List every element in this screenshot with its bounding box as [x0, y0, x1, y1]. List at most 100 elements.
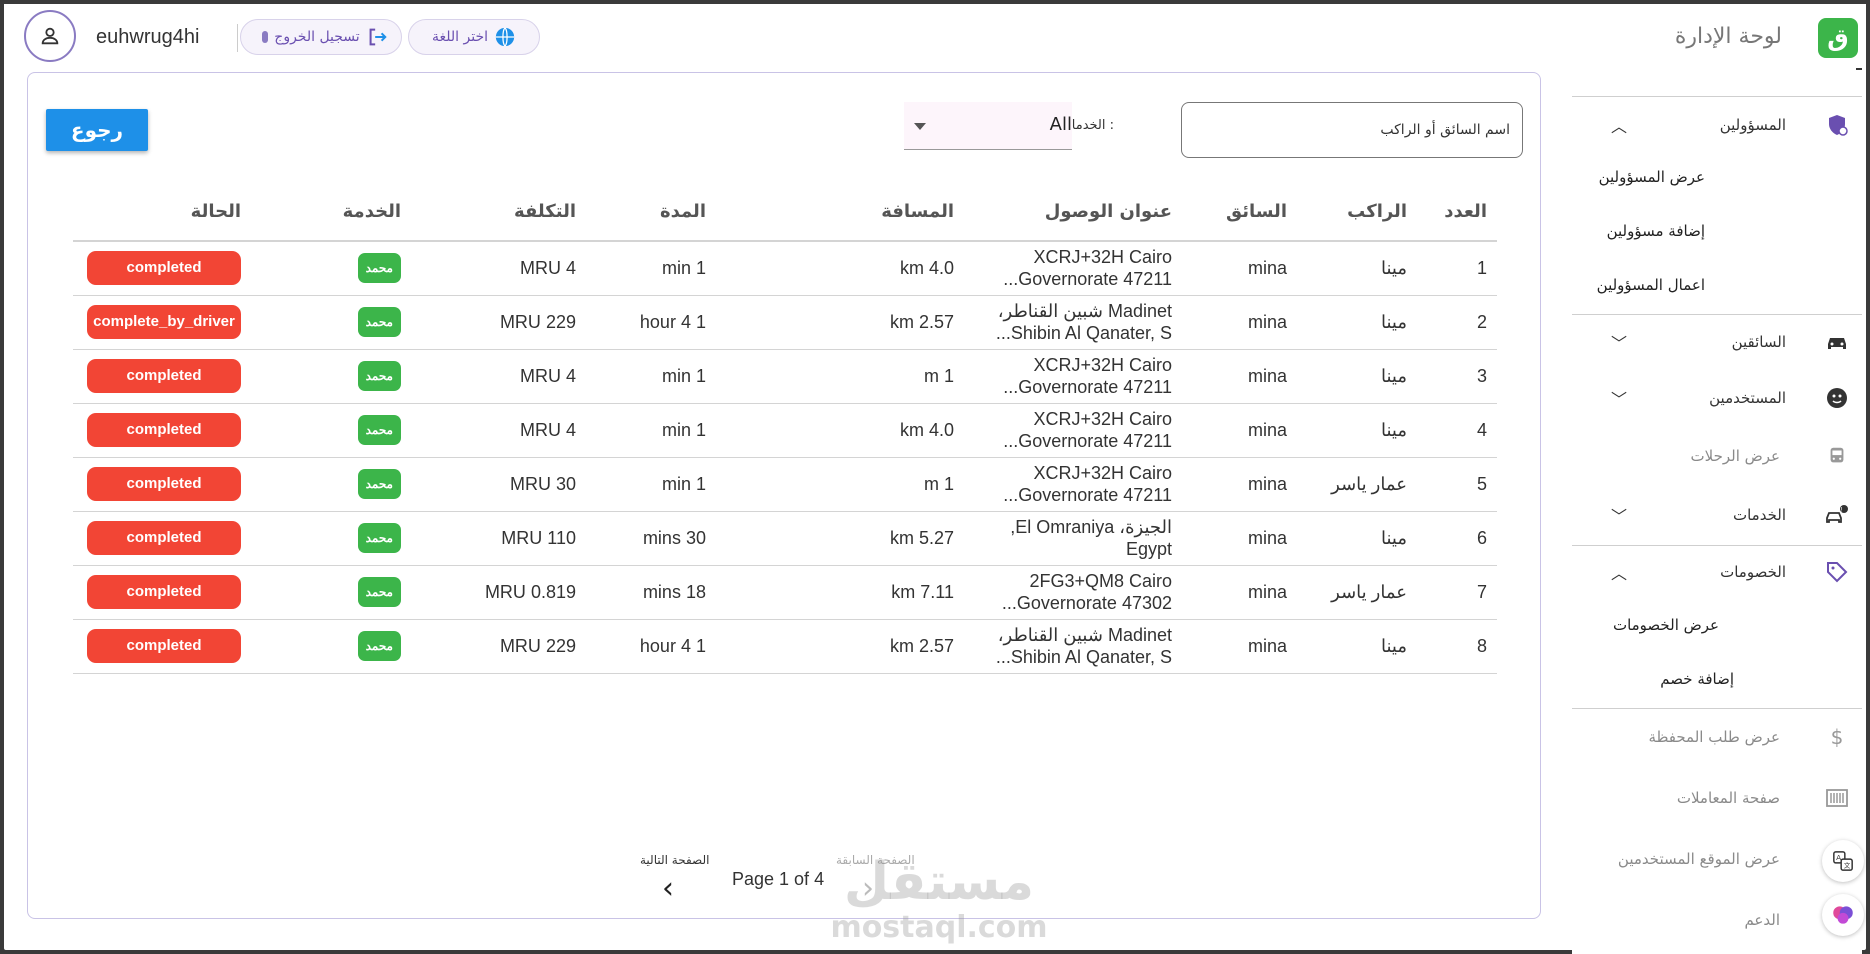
rider-name: مينا [1297, 241, 1417, 296]
chevron-left-icon[interactable]: ‹ [662, 871, 674, 906]
trips-panel: رجوع الخدمات : All اسم السائق أو الراكب … [27, 72, 1541, 919]
service-filter-select[interactable]: All [904, 102, 1072, 150]
distance: 4.0 km [716, 241, 964, 296]
status-cell: complete_by_driver [73, 295, 251, 350]
sidebar-item-support[interactable]: الدعم [1572, 900, 1862, 940]
logout-button[interactable]: تسجيل الخروج [240, 19, 402, 55]
sidebar-subitem-add-admins[interactable]: إضافة مسؤولين [1607, 222, 1705, 240]
sidebar-item-discounts[interactable]: الخصومات ︿ [1572, 552, 1862, 592]
sidebar-subitem-admin-actions[interactable]: اعمال المسؤولين [1597, 276, 1705, 294]
car-icon [1824, 329, 1850, 355]
status-cell: completed [73, 565, 251, 620]
assistant-button[interactable] [1822, 894, 1864, 936]
sidebar-item-admins[interactable]: المسؤولين ︿ [1572, 105, 1862, 145]
sidebar-item-label: عرض الرحلات [1690, 447, 1781, 465]
duration: 1 4 hour [586, 619, 716, 674]
status-badge: completed [87, 629, 241, 663]
sidebar-divider [1572, 314, 1862, 315]
service-cell: محمد [251, 349, 411, 404]
column-header: عنوان الوصول [964, 183, 1182, 242]
dropdown-caret-icon [914, 123, 926, 130]
sidebar-item-user-locations[interactable]: عرض الموقع المستخدمين [1572, 839, 1862, 879]
rider-name: مينا [1297, 511, 1417, 566]
sidebar-item-label: المسؤولين [1719, 116, 1786, 134]
sidebar-subitem-add-discount[interactable]: إضافة خصم [1660, 670, 1734, 688]
address-line: الجيزة، El Omraniya, [1010, 517, 1172, 537]
table-row[interactable]: 8 مينا mina Madinet شبين القناطر، Shibin Al … [73, 619, 1497, 674]
rider-name: عمار ياسر [1297, 565, 1417, 620]
sidebar-item-label: عرض طلب المحفظة [1648, 728, 1780, 746]
table-row[interactable]: 1 مينا mina XCRJ+32H Cairo Governorate 47211… [73, 241, 1497, 296]
distance: 2.57 km [716, 619, 964, 674]
rider-name: مينا [1297, 349, 1417, 404]
driver-name: mina [1182, 349, 1297, 404]
address-line: XCRJ+32H Cairo [1033, 409, 1172, 429]
address-line: Governorate 47211... [1003, 485, 1172, 505]
arrival-address: XCRJ+32H Cairo Governorate 47211... [964, 349, 1182, 404]
address-line: XCRJ+32H Cairo [1033, 463, 1172, 483]
address-line: Governorate 47211... [1003, 431, 1172, 451]
status-badge: completed [87, 575, 241, 609]
status-cell: completed [73, 619, 251, 674]
language-button[interactable]: اختر اللغة [408, 19, 540, 55]
logout-label: تسجيل الخروج [274, 29, 360, 45]
sidebar-item-services[interactable]: ! الخدمات ﹀ [1572, 495, 1862, 535]
microphone-icon [262, 31, 269, 43]
driver-name: mina [1182, 457, 1297, 512]
row-number: 6 [1417, 511, 1497, 566]
car-alert-icon: ! [1824, 502, 1850, 528]
logout-icon [369, 28, 387, 46]
status-cell: completed [73, 349, 251, 404]
status-badge: completed [87, 467, 241, 501]
sidebar-item-transactions[interactable]: صفحة المعاملات [1572, 778, 1862, 818]
row-number: 2 [1417, 295, 1497, 350]
table-row[interactable]: 3 مينا mina XCRJ+32H Cairo Governorate 47211… [73, 349, 1497, 404]
table-row[interactable]: 2 مينا mina Madinet شبين القناطر، Shibin Al … [73, 295, 1497, 350]
service-filter[interactable]: الخدمات : All [904, 102, 1132, 154]
distance: 2.57 km [716, 295, 964, 350]
rider-name: عمار ياسر [1297, 457, 1417, 512]
chevron-down-icon: ﹀ [1610, 334, 1627, 353]
table-row[interactable]: 4 مينا mina XCRJ+32H Cairo Governorate 47211… [73, 403, 1497, 458]
address-line: Madinet شبين القناطر، [997, 301, 1172, 321]
table-row[interactable]: 5 عمار ياسر mina XCRJ+32H Cairo Governorate … [73, 457, 1497, 512]
top-bar: euhwrug4hi تسجيل الخروج اختر اللغة لوحة … [4, 4, 1866, 70]
table-header-row: العدد الراكب السائق عنوان الوصول المسافة… [73, 183, 1497, 242]
sidebar-item-label: الخدمات [1732, 506, 1786, 524]
sidebar-item-users[interactable]: المستخدمين ﹀ [1572, 378, 1862, 418]
address-line: Governorate 47302... [1001, 593, 1172, 613]
status-cell: completed [73, 457, 251, 512]
sidebar-subitem-view-admins[interactable]: عرض المسؤولين [1599, 168, 1705, 186]
sidebar-item-label: عرض الموقع المستخدمين [1617, 850, 1780, 868]
column-header: السائق [1182, 183, 1297, 242]
sidebar-subitem-view-discounts[interactable]: عرض الخصومات [1613, 616, 1719, 634]
sidebar-item-trips[interactable]: عرض الرحلات [1572, 436, 1862, 476]
next-page-label: الصفحة التالية [640, 853, 710, 867]
translate-button[interactable]: A文 [1822, 840, 1864, 882]
smiley-icon [1824, 385, 1850, 411]
back-button[interactable]: رجوع [46, 109, 148, 151]
column-header: الخدمة [251, 183, 411, 242]
username: euhwrug4hi [96, 26, 200, 48]
arrival-address: XCRJ+32H Cairo Governorate 47211... [964, 403, 1182, 458]
cost: 4 MRU [411, 403, 586, 458]
cost: 229 MRU [411, 295, 586, 350]
sidebar-item-label: صفحة المعاملات [1676, 789, 1780, 807]
sidebar-item-drivers[interactable]: السائقين ﹀ [1572, 322, 1862, 362]
status-cell: completed [73, 511, 251, 566]
table-row[interactable]: 7 عمار ياسر mina 2FG3+QM8 Cairo Governorate … [73, 565, 1497, 620]
profile-avatar[interactable] [24, 10, 76, 62]
address-line: XCRJ+32H Cairo [1033, 355, 1172, 375]
duration: 30 mins [586, 511, 716, 566]
sidebar-item-wallet-requests[interactable]: $ عرض طلب المحفظة [1572, 717, 1862, 757]
search-input[interactable]: اسم السائق أو الراكب [1181, 102, 1523, 158]
page-info: Page 1 of 4 [732, 869, 825, 889]
table-row[interactable]: 6 مينا mina الجيزة، El Omraniya, Egypt 5.27 k… [73, 511, 1497, 566]
service-cell: محمد [251, 565, 411, 620]
globe-icon [495, 27, 515, 47]
service-badge: محمد [357, 415, 401, 445]
address-line: Governorate 47211... [1003, 269, 1172, 290]
address-line: 2FG3+QM8 Cairo [1029, 571, 1172, 591]
service-badge: محمد [357, 631, 401, 661]
brain-icon [1833, 906, 1853, 924]
